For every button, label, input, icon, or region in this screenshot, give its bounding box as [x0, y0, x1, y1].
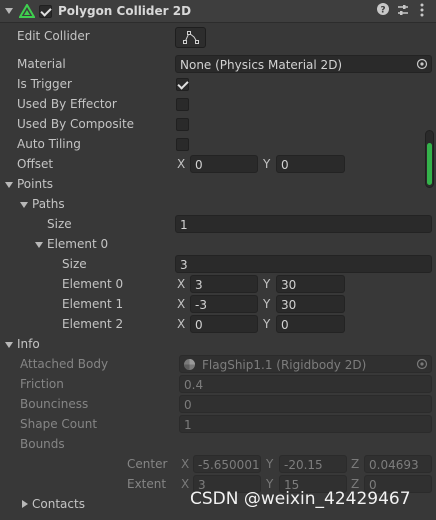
attached-body-picker-icon — [416, 358, 428, 370]
contacts-expand-arrow-icon[interactable] — [22, 500, 28, 508]
point-x-field[interactable]: -3 — [190, 295, 258, 313]
used-by-effector-checkbox[interactable] — [176, 98, 189, 111]
rigidbody-icon — [183, 358, 196, 371]
center-y-axis-label: Y — [266, 457, 274, 471]
point-y-field[interactable]: 0 — [276, 315, 345, 333]
point-element-label: Element 0 — [62, 277, 124, 291]
edit-shape-icon — [183, 31, 199, 44]
element0-expand-arrow-icon[interactable] — [35, 242, 43, 248]
attached-body-label: Attached Body — [20, 357, 109, 371]
info-expand-arrow-icon[interactable] — [5, 342, 13, 348]
point-y-field[interactable]: 30 — [276, 275, 345, 293]
point-x-axis-label: X — [177, 297, 186, 311]
paths-label[interactable]: Paths — [32, 194, 65, 214]
extent-x-axis-label: X — [181, 477, 190, 491]
point-x-field[interactable]: 0 — [190, 315, 258, 333]
center-z-field: 0.04693 — [364, 455, 432, 473]
point-y-field[interactable]: 30 — [276, 295, 345, 313]
component-title: Polygon Collider 2D — [58, 4, 192, 18]
component-header: Polygon Collider 2D ? — [0, 0, 436, 23]
attached-body-field: FlagShip1.1 (Rigidbody 2D) — [179, 355, 432, 373]
center-x-field: -5.650001 — [193, 455, 261, 473]
element0-size-label: Size — [62, 257, 87, 271]
used-by-composite-checkbox[interactable] — [176, 118, 189, 131]
info-label[interactable]: Info — [17, 334, 40, 354]
more-icon[interactable] — [414, 3, 430, 19]
points-label[interactable]: Points — [17, 174, 53, 194]
path-element0-label[interactable]: Element 0 — [47, 234, 108, 254]
point-y-axis-label: Y — [263, 317, 271, 331]
used-by-effector-label: Used By Effector — [17, 97, 117, 111]
friction-field: 0.4 — [179, 375, 432, 393]
point-x-field[interactable]: 3 — [190, 275, 258, 293]
object-picker-icon[interactable] — [416, 58, 428, 70]
auto-tiling-checkbox[interactable] — [176, 138, 189, 151]
point-y-axis-label: Y — [263, 297, 271, 311]
center-x-axis-label: X — [181, 457, 190, 471]
scrollbar[interactable] — [425, 130, 434, 188]
edit-collider-label: Edit Collider — [17, 29, 90, 43]
material-field[interactable]: None (Physics Material 2D) — [175, 55, 432, 73]
center-z-axis-label: Z — [351, 457, 360, 471]
watermark: CSDN @weixin_42429467 — [190, 489, 411, 509]
component-enabled-checkbox[interactable] — [39, 5, 52, 18]
is-trigger-label: Is Trigger — [17, 77, 72, 91]
is-trigger-checkbox[interactable] — [176, 78, 189, 91]
auto-tiling-label: Auto Tiling — [17, 137, 81, 151]
friction-label: Friction — [20, 377, 64, 391]
point-x-axis-label: X — [177, 277, 186, 291]
bounciness-label: Bounciness — [20, 397, 89, 411]
element0-size-field[interactable]: 3 — [175, 255, 432, 273]
attached-body-value: FlagShip1.1 (Rigidbody 2D) — [202, 358, 367, 372]
bounds-label: Bounds — [20, 437, 65, 451]
point-element-label: Element 1 — [62, 297, 124, 311]
point-x-axis-label: X — [177, 317, 186, 331]
contacts-label[interactable]: Contacts — [32, 494, 85, 514]
preset-icon[interactable] — [395, 3, 411, 19]
material-label: Material — [17, 57, 66, 71]
center-y-field: -20.15 — [279, 455, 347, 473]
offset-x-field[interactable]: 0 — [190, 155, 258, 173]
collapse-arrow-icon[interactable] — [5, 8, 13, 14]
help-icon[interactable]: ? — [375, 3, 391, 19]
bounds-center-label: Center — [127, 457, 168, 471]
paths-size-field[interactable]: 1 — [175, 215, 432, 233]
offset-y-field[interactable]: 0 — [276, 155, 345, 173]
point-y-axis-label: Y — [263, 277, 271, 291]
used-by-composite-label: Used By Composite — [17, 117, 135, 131]
shape-count-field: 1 — [179, 415, 432, 433]
offset-y-axis-label: Y — [263, 157, 271, 171]
collider-icon — [18, 3, 36, 18]
point-element-label: Element 2 — [62, 317, 124, 331]
scrollbar-thumb[interactable] — [427, 143, 432, 185]
paths-size-label: Size — [47, 217, 72, 231]
offset-x-axis-label: X — [177, 157, 186, 171]
edit-collider-button[interactable] — [175, 27, 206, 48]
points-expand-arrow-icon[interactable] — [5, 182, 13, 188]
svg-text:?: ? — [380, 6, 385, 16]
shape-count-label: Shape Count — [20, 417, 98, 431]
paths-expand-arrow-icon[interactable] — [20, 202, 28, 208]
offset-label: Offset — [17, 157, 54, 171]
bounds-extent-label: Extent — [127, 477, 167, 491]
bounciness-field: 0 — [179, 395, 432, 413]
